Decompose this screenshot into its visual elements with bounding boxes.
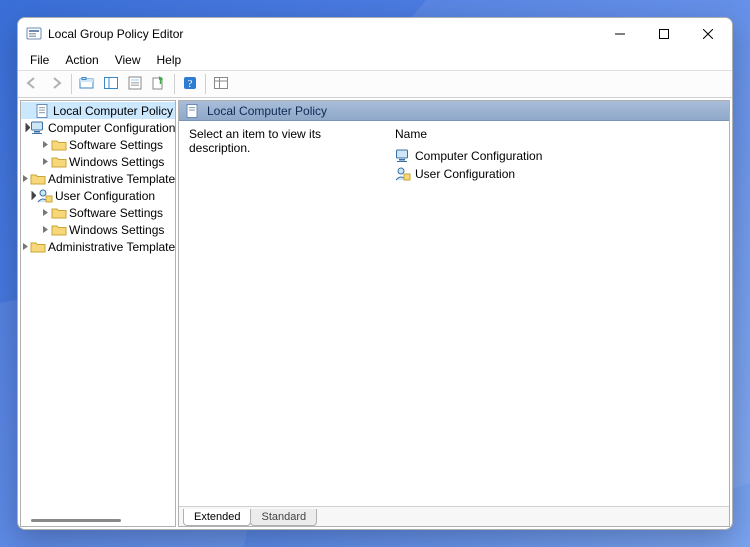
tree-label: Windows Settings [69, 223, 164, 237]
tab-standard[interactable]: Standard [250, 509, 317, 526]
content-area: Local Computer Policy [18, 98, 732, 529]
detail-header: Local Computer Policy [179, 101, 729, 121]
toolbar-separator [205, 74, 206, 94]
policy-tree[interactable]: Local Computer Policy [21, 101, 175, 514]
tree-node-computer-configuration[interactable]: Computer Configuration [21, 119, 175, 136]
detail-header-title: Local Computer Policy [207, 104, 327, 118]
menu-file[interactable]: File [22, 51, 57, 69]
list-item-label: User Configuration [415, 167, 515, 181]
menubar: File Action View Help [18, 50, 732, 70]
svg-text:?: ? [188, 78, 193, 90]
items-column: Name Computer Configuration User Configu… [387, 121, 729, 506]
horizontal-scrollbar[interactable] [21, 514, 175, 526]
description-column: Select an item to view its description. [179, 121, 387, 506]
column-header-name[interactable]: Name [395, 127, 723, 141]
description-text: Select an item to view its description. [189, 127, 321, 155]
up-level-button[interactable] [76, 73, 98, 95]
titlebar[interactable]: Local Group Policy Editor [18, 18, 732, 50]
expand-twisty-icon[interactable] [25, 191, 37, 200]
tree-root-local-computer-policy[interactable]: Local Computer Policy [21, 102, 175, 119]
menu-view[interactable]: View [107, 51, 149, 69]
tree-node-administrative-templates[interactable]: Administrative Templates [21, 170, 175, 187]
tree-node-software-settings[interactable]: Software Settings [21, 204, 175, 221]
arrow-right-icon [49, 76, 63, 93]
close-button[interactable] [686, 19, 730, 49]
properties-icon [127, 75, 143, 94]
tree-label: User Configuration [55, 189, 155, 203]
toolbar-separator [174, 74, 175, 94]
collapse-twisty-icon[interactable] [21, 174, 30, 183]
document-icon [35, 103, 51, 119]
tree-label: Administrative Templates [48, 172, 175, 186]
folder-icon [51, 137, 67, 153]
export-list-button[interactable] [148, 73, 170, 95]
help-button[interactable]: ? [179, 73, 201, 95]
tree-node-user-configuration[interactable]: User Configuration [21, 187, 175, 204]
folder-icon [51, 205, 67, 221]
toolbar-separator [71, 74, 72, 94]
tree-node-windows-settings[interactable]: Windows Settings [21, 153, 175, 170]
folder-icon [51, 154, 67, 170]
collapse-twisty-icon[interactable] [39, 208, 51, 217]
list-item-user-configuration[interactable]: User Configuration [393, 165, 723, 183]
collapse-twisty-icon[interactable] [39, 157, 51, 166]
folder-icon [30, 239, 46, 255]
tree-pane: Local Computer Policy [20, 100, 176, 527]
menu-action[interactable]: Action [57, 51, 106, 69]
list-item-computer-configuration[interactable]: Computer Configuration [393, 147, 723, 165]
folder-icon [30, 171, 46, 187]
menu-help[interactable]: Help [149, 51, 190, 69]
help-icon: ? [182, 75, 198, 94]
computer-config-icon [30, 120, 46, 136]
collapse-twisty-icon[interactable] [21, 242, 30, 251]
maximize-button[interactable] [642, 19, 686, 49]
tree-label: Windows Settings [69, 155, 164, 169]
tree-label: Software Settings [69, 206, 163, 220]
computer-config-icon [395, 148, 411, 164]
user-config-icon [37, 188, 53, 204]
tab-extended[interactable]: Extended [183, 509, 251, 526]
panel-tree-icon [103, 75, 119, 94]
tree-label: Computer Configuration [48, 121, 175, 135]
toolbar: ? [18, 70, 732, 98]
filter-icon [213, 75, 229, 94]
user-config-icon [395, 166, 411, 182]
tree-label: Administrative Templates [48, 240, 175, 254]
tree-label: Software Settings [69, 138, 163, 152]
collapse-twisty-icon[interactable] [39, 140, 51, 149]
filter-button[interactable] [210, 73, 232, 95]
tree-label: Local Computer Policy [53, 104, 173, 118]
window-title: Local Group Policy Editor [48, 27, 598, 41]
back-button[interactable] [21, 73, 43, 95]
app-icon [26, 26, 42, 42]
show-hide-tree-button[interactable] [100, 73, 122, 95]
forward-button[interactable] [45, 73, 67, 95]
tree-node-software-settings[interactable]: Software Settings [21, 136, 175, 153]
arrow-left-icon [25, 76, 39, 93]
gpedit-window: Local Group Policy Editor File Action Vi… [17, 17, 733, 530]
document-icon [185, 103, 201, 119]
window-controls [598, 19, 730, 49]
tree-node-windows-settings[interactable]: Windows Settings [21, 221, 175, 238]
folder-up-icon [79, 75, 95, 94]
collapse-twisty-icon[interactable] [39, 225, 51, 234]
properties-button[interactable] [124, 73, 146, 95]
tree-node-administrative-templates[interactable]: Administrative Templates [21, 238, 175, 255]
minimize-button[interactable] [598, 19, 642, 49]
list-item-label: Computer Configuration [415, 149, 542, 163]
scrollbar-thumb[interactable] [31, 519, 121, 522]
detail-pane: Local Computer Policy Select an item to … [178, 100, 730, 527]
folder-icon [51, 222, 67, 238]
export-icon [151, 75, 167, 94]
expand-twisty-icon[interactable] [21, 123, 30, 132]
detail-tabs: Extended Standard [179, 506, 729, 526]
